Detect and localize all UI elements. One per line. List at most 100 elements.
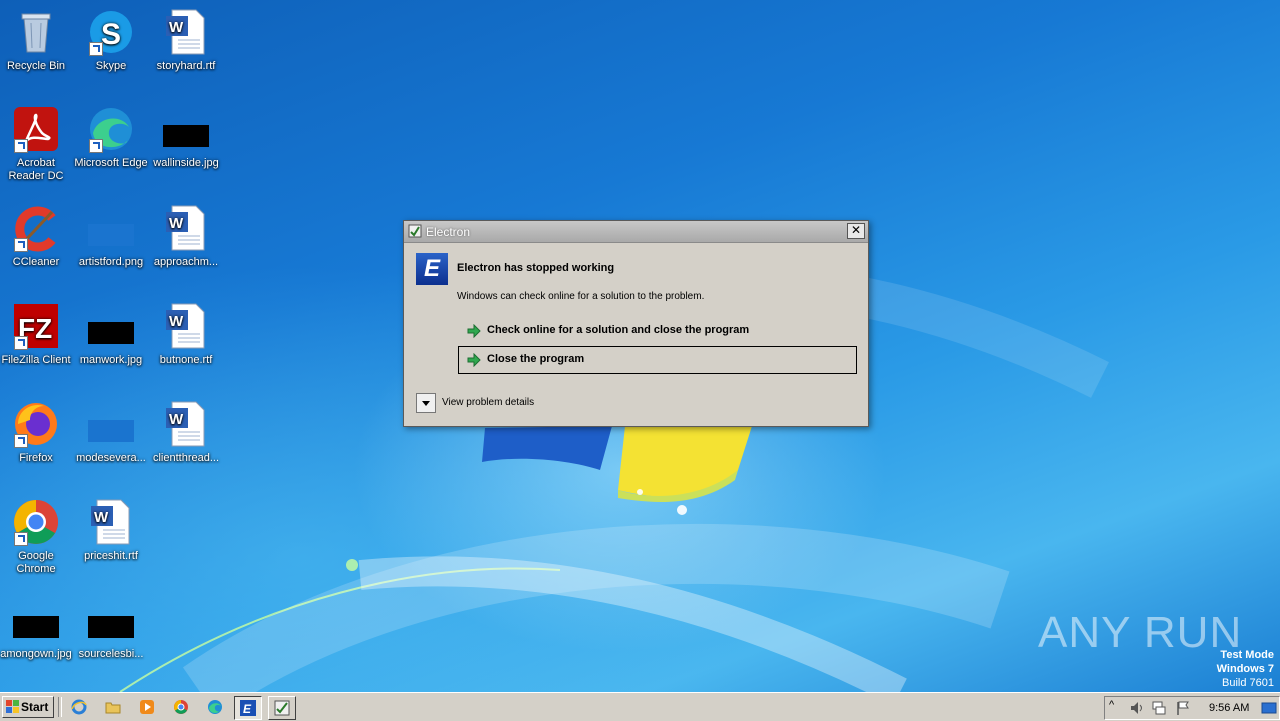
windows-logo-icon: [6, 700, 19, 713]
shortcut-arrow-icon: [14, 238, 28, 252]
watermark-brand: ANY RUN: [1038, 608, 1243, 657]
image-thumbnail-icon: [88, 322, 134, 344]
quicklaunch-internet-explorer[interactable]: [66, 696, 92, 718]
view-details-toggle[interactable]: [416, 393, 436, 413]
svg-text:W: W: [169, 19, 184, 36]
desktop-icon-label: priceshit.rtf: [84, 550, 138, 562]
close-button[interactable]: ✕: [847, 223, 865, 239]
network-icon[interactable]: [1151, 700, 1167, 716]
desktop-icon-recycle-bin[interactable]: Recycle Bin: [0, 8, 74, 73]
desktop-icon-manwork[interactable]: manwork.jpg: [73, 302, 149, 367]
desktop-icon-acrobat-reader[interactable]: Acrobat Reader DC: [0, 105, 74, 183]
svg-text:E: E: [243, 702, 252, 716]
error-reporting-icon: [274, 700, 290, 716]
desktop-icon-label: Google Chrome: [16, 550, 56, 575]
desktop-icon-approachm[interactable]: W approachm...: [148, 204, 224, 269]
shortcut-arrow-icon: [14, 139, 28, 153]
taskbar-electron-app[interactable]: E: [234, 696, 262, 720]
svg-text:W: W: [169, 411, 184, 428]
check-online-button[interactable]: Check online for a solution and close th…: [458, 317, 857, 345]
desktop-icon-label: wallinside.jpg: [153, 157, 219, 169]
quicklaunch-edge[interactable]: [202, 696, 228, 718]
taskbar-error-reporting[interactable]: [268, 696, 296, 720]
svg-text:S: S: [101, 18, 121, 51]
desktop-icon-amongown[interactable]: amongown.jpg: [0, 596, 74, 661]
desktop-icon-modesevera[interactable]: modesevera...: [73, 400, 149, 465]
desktop-icon-label: Microsoft Edge: [74, 157, 148, 169]
shortcut-arrow-icon: [89, 42, 103, 56]
desktop-icon-label: approachm...: [153, 256, 219, 268]
test-mode-line: Test Mode: [1220, 649, 1274, 661]
word-document-icon: W: [166, 9, 205, 55]
image-thumbnail-icon: [88, 616, 134, 638]
electron-app-icon: E: [416, 253, 448, 285]
start-button[interactable]: Start: [2, 696, 54, 718]
recycle-bin-icon: [21, 13, 51, 53]
desktop-icon-label: FileZilla Client: [1, 354, 71, 366]
close-program-button[interactable]: Close the program: [458, 346, 857, 374]
dialog-heading: Electron has stopped working: [457, 262, 615, 274]
desktop-icon-label: clientthread...: [152, 452, 220, 464]
desktop-icon-filezilla[interactable]: FZ FileZilla Client: [0, 302, 74, 367]
start-label: Start: [21, 700, 49, 714]
error-reporting-icon: [408, 224, 422, 238]
show-desktop-icon[interactable]: [1261, 700, 1277, 716]
desktop-icon-label: Firefox: [19, 452, 53, 464]
desktop-icon-priceshit[interactable]: W priceshit.rtf: [73, 498, 149, 563]
shortcut-arrow-icon: [89, 139, 103, 153]
dialog-titlebar[interactable]: Electron ✕: [404, 221, 868, 243]
desktop-icon-artistford[interactable]: artistford.png: [73, 204, 149, 269]
chrome-icon: [174, 700, 188, 714]
quicklaunch-explorer[interactable]: [100, 696, 126, 718]
desktop-icon-label: Skype: [95, 60, 127, 72]
svg-text:W: W: [94, 509, 109, 526]
error-dialog: Electron ✕ E Electron has stopped workin…: [403, 220, 869, 427]
desktop-icon-label: amongown.jpg: [0, 648, 72, 660]
desktop-icon-skype[interactable]: S Skype: [73, 8, 149, 73]
taskbar: Start E ^ 9:56 AM: [0, 692, 1280, 721]
desktop-icon-label: Acrobat Reader DC: [8, 157, 64, 182]
volume-icon[interactable]: [1129, 700, 1145, 716]
image-thumbnail-icon: [88, 420, 134, 442]
desktop-icon-label: Recycle Bin: [6, 60, 66, 72]
action-center-flag-icon[interactable]: [1175, 700, 1191, 716]
electron-app-icon: E: [240, 700, 256, 716]
close-icon: ✕: [850, 223, 862, 237]
dialog-title: Electron: [426, 225, 471, 239]
clock[interactable]: 9:56 AM: [1209, 702, 1249, 714]
desktop-icon-firefox[interactable]: Firefox: [0, 400, 74, 465]
desktop-icon-label: modesevera...: [76, 452, 146, 464]
quicklaunch-media-player[interactable]: [134, 696, 160, 718]
desktop-icon-label: storyhard.rtf: [156, 60, 216, 72]
view-details-label[interactable]: View problem details: [442, 397, 534, 408]
test-mode-notice: Test Mode Windows 7 Build 7601: [1217, 648, 1274, 690]
tray-expand-icon[interactable]: ^: [1109, 699, 1125, 715]
svg-text:W: W: [169, 215, 184, 232]
check-online-label: Check online for a solution and close th…: [487, 324, 750, 336]
desktop-icon-ccleaner[interactable]: CCleaner: [0, 204, 74, 269]
close-program-label: Close the program: [487, 353, 585, 365]
desktop-icon-storyhard[interactable]: W storyhard.rtf: [148, 8, 224, 73]
word-document-icon: W: [166, 401, 205, 447]
desktop-icon-sourcelesbi[interactable]: sourcelesbi...: [73, 596, 149, 661]
desktop-icon-label: butnone.rtf: [159, 354, 213, 366]
svg-text:W: W: [169, 313, 184, 330]
desktop-icon-label: CCleaner: [12, 256, 60, 268]
desktop-icon-clientthread[interactable]: W clientthread...: [148, 400, 224, 465]
word-document-icon: W: [91, 499, 130, 545]
desktop-icon-microsoft-edge[interactable]: Microsoft Edge: [73, 105, 149, 170]
quicklaunch-chrome[interactable]: [168, 696, 194, 718]
taskbar-separator: [58, 697, 62, 717]
shortcut-arrow-icon: [14, 336, 28, 350]
windows-version-line: Windows 7: [1216, 663, 1274, 675]
green-arrow-icon: [467, 353, 481, 367]
folder-icon: [105, 702, 121, 714]
green-arrow-icon: [467, 324, 481, 338]
build-line: Build 7601: [1222, 677, 1274, 689]
desktop-icon-google-chrome[interactable]: Google Chrome: [0, 498, 74, 576]
desktop-icon-wallinside[interactable]: wallinside.jpg: [148, 105, 224, 170]
image-thumbnail-icon: [13, 616, 59, 638]
desktop-icon-butnone[interactable]: W butnone.rtf: [148, 302, 224, 367]
internet-explorer-icon: [71, 699, 87, 715]
shortcut-arrow-icon: [14, 434, 28, 448]
